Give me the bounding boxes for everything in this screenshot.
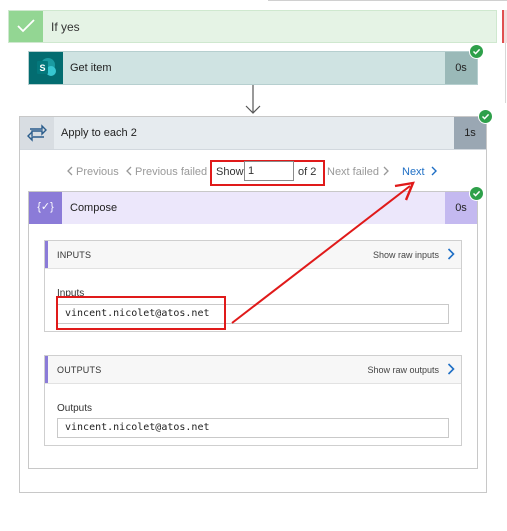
if-no-branch-line [505, 43, 506, 103]
section-accent-bar [45, 356, 48, 383]
next-failed-button[interactable]: Next failed [327, 166, 390, 178]
success-check-icon [469, 44, 484, 59]
chevron-left-icon [67, 166, 73, 176]
chevron-right-icon[interactable] [447, 248, 455, 260]
svg-text:S: S [39, 63, 45, 73]
chevron-right-icon[interactable] [447, 363, 455, 375]
outputs-field-value[interactable]: vincent.nicolet@atos.net [57, 418, 449, 438]
compose-label: Compose [70, 202, 118, 214]
apply-to-each-header[interactable]: Apply to each 2 1s [20, 117, 486, 150]
previous-label: Previous [76, 166, 119, 178]
checkmark-icon [9, 11, 43, 42]
outputs-header: OUTPUTS Show raw outputs [45, 356, 461, 384]
sharepoint-icon: S [29, 52, 63, 84]
connector-arrow-icon [245, 85, 261, 114]
outputs-field-label: Outputs [57, 403, 93, 414]
get-item-label: Get item [70, 62, 112, 74]
previous-failed-label: Previous failed [135, 166, 208, 178]
top-divider [8, 0, 507, 8]
inputs-title: INPUTS [57, 250, 92, 260]
next-failed-label: Next failed [327, 166, 379, 178]
outputs-section: OUTPUTS Show raw outputs Outputs vincent… [44, 355, 462, 446]
success-check-icon [469, 186, 484, 201]
chevron-left-icon [126, 166, 132, 176]
previous-button[interactable]: Previous [66, 166, 119, 178]
section-accent-bar [45, 241, 48, 268]
success-check-icon [478, 109, 493, 124]
show-raw-outputs-link[interactable]: Show raw outputs [367, 365, 439, 375]
next-label: Next [402, 166, 425, 178]
next-button[interactable]: Next [402, 166, 438, 178]
if-yes-label: If yes [51, 20, 80, 34]
if-yes-branch-header[interactable]: If yes [8, 10, 497, 43]
chevron-right-icon [431, 166, 437, 176]
apply-to-each-label: Apply to each 2 [61, 127, 137, 139]
previous-failed-button[interactable]: Previous failed [125, 166, 207, 178]
get-item-action[interactable]: S Get item 0s [28, 51, 478, 85]
annotation-highlight-value [56, 296, 226, 330]
chevron-right-icon [383, 166, 389, 176]
outputs-title: OUTPUTS [57, 365, 102, 375]
annotation-arrow-icon [231, 181, 415, 324]
loop-icon [20, 117, 54, 149]
compose-icon: {✓} [29, 192, 62, 224]
if-no-branch-edge [502, 10, 507, 43]
